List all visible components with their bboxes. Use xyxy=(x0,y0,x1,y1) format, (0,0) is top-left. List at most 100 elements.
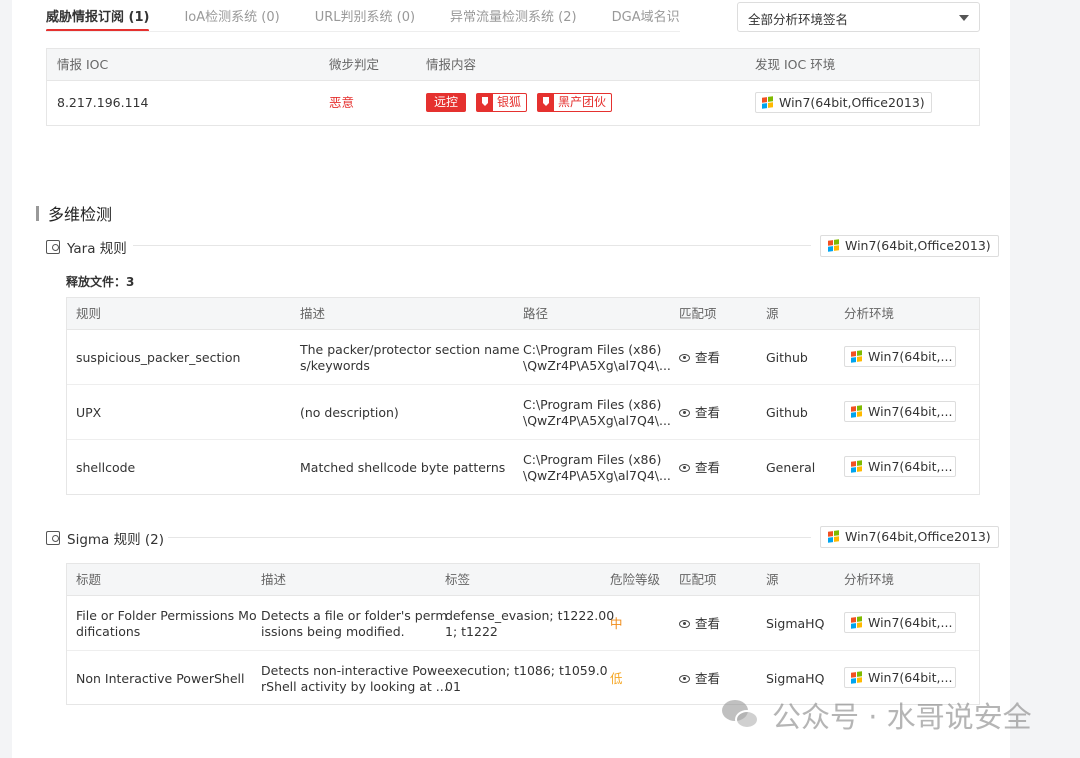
env-chip[interactable]: Win7(64bit,... xyxy=(844,612,956,637)
rule-path: C:\Program Files (x86) \QwZr4P\A5Xg\al7Q4… xyxy=(523,452,671,483)
sigma-tags: execution; t1086; t1059.0 01 xyxy=(445,663,608,694)
sigma-tags: defense_evasion; t1222.00 1; t1222 xyxy=(445,608,615,639)
sigma-title: Sigma 规则 (2) xyxy=(46,528,164,548)
env-select-value: 全部分析环境签名 xyxy=(748,12,849,27)
table-row: 8.217.196.114 恶意 远控 银狐 黑产团伙 Win7(64bit,O… xyxy=(47,81,979,125)
col-header: 情报 IOC xyxy=(57,57,109,72)
table-row: shellcode Matched shellcode byte pattern… xyxy=(67,440,979,495)
rule-name: UPX xyxy=(76,405,102,420)
verdict-label: 恶意 xyxy=(329,95,355,110)
table-row: suspicious_packer_section The packer/pro… xyxy=(67,330,979,385)
eye-icon xyxy=(679,620,690,628)
tab-url[interactable]: URL判别系统 (0) xyxy=(315,0,415,31)
windows-icon xyxy=(851,405,862,418)
sigma-desc: Detects a file or folder's perm issions b… xyxy=(261,608,448,639)
env-chip[interactable]: Win7(64bit,... xyxy=(844,667,956,692)
yara-table: 规则 描述 路径 匹配项 源 分析环境 suspicious_packer_se… xyxy=(66,297,980,495)
ioc-table: 情报 IOC 微步判定 情报内容 发现 IOC 环境 8.217.196.114… xyxy=(46,48,980,126)
windows-icon xyxy=(851,671,862,684)
tag-remote-control: 远控 xyxy=(426,93,467,112)
env-chip[interactable]: Win7(64bit,... xyxy=(844,401,956,426)
eye-icon xyxy=(679,675,690,683)
view-match-link[interactable]: 查看 xyxy=(679,616,720,632)
sigma-env-chip[interactable]: Win7(64bit,Office2013) xyxy=(820,526,999,552)
yara-title: Yara 规则 xyxy=(46,237,127,257)
watermark: 公众号 · 水哥说安全 xyxy=(722,694,1032,736)
eye-icon xyxy=(679,354,690,362)
rule-source: Github xyxy=(766,405,808,420)
sigma-title-cell: File or Folder Permissions Mo difications xyxy=(76,608,257,639)
col-header: 路径 xyxy=(523,306,549,321)
table-header: 规则 描述 路径 匹配项 源 分析环境 xyxy=(67,298,979,330)
col-header: 匹配项 xyxy=(679,572,717,587)
tab-dga[interactable]: DGA域名识别系 xyxy=(612,0,680,31)
sigma-desc: Detects non-interactive Powe rShell activ… xyxy=(261,663,448,694)
rule-search-icon xyxy=(46,240,60,254)
windows-icon xyxy=(851,350,862,363)
detection-tabs: 威胁情报订阅 (1) IoA检测系统 (0) URL判别系统 (0) 异常流量检… xyxy=(46,0,680,32)
env-chip[interactable]: Win7(64bit,Office2013) xyxy=(755,92,932,117)
sigma-title-cell: Non Interactive PowerShell xyxy=(76,671,245,686)
view-match-link[interactable]: 查看 xyxy=(679,671,720,687)
rule-path: C:\Program Files (x86) \QwZr4P\A5Xg\al7Q4… xyxy=(523,342,671,373)
view-match-link[interactable]: 查看 xyxy=(679,460,720,476)
tab-threat-intel[interactable]: 威胁情报订阅 (1) xyxy=(46,0,150,31)
chevron-down-icon xyxy=(959,15,969,21)
rule-name: shellcode xyxy=(76,460,136,475)
released-files-count: 释放文件：3 xyxy=(66,275,135,289)
rule-name: suspicious_packer_section xyxy=(76,350,241,365)
windows-icon xyxy=(828,239,839,252)
left-gutter xyxy=(0,0,12,758)
risk-level: 中 xyxy=(610,616,623,631)
col-header: 微步判定 xyxy=(329,57,380,72)
bookmark-icon xyxy=(538,94,554,111)
rule-source: SigmaHQ xyxy=(766,671,825,686)
rule-desc: Matched shellcode byte patterns xyxy=(300,460,506,475)
right-gutter xyxy=(1010,0,1080,758)
env-signature-select[interactable]: 全部分析环境签名 xyxy=(737,2,980,32)
wechat-icon xyxy=(722,698,762,732)
tab-ioa[interactable]: IoA检测系统 (0) xyxy=(184,0,279,31)
col-header: 规则 xyxy=(76,306,102,321)
table-header: 标题 描述 标签 危险等级 匹配项 源 分析环境 xyxy=(67,564,979,596)
col-header: 危险等级 xyxy=(610,572,661,587)
intel-tags: 远控 银狐 黑产团伙 xyxy=(426,93,613,112)
rule-desc: (no description) xyxy=(300,405,399,420)
ioc-value: 8.217.196.114 xyxy=(57,95,149,110)
sigma-table: 标题 描述 标签 危险等级 匹配项 源 分析环境 File or Folder … xyxy=(66,563,980,705)
section-bar xyxy=(36,205,39,221)
rule-source: General xyxy=(766,460,816,475)
col-header: 发现 IOC 环境 xyxy=(755,57,836,72)
eye-icon xyxy=(679,409,690,417)
env-chip[interactable]: Win7(64bit,... xyxy=(844,346,956,371)
rule-path: C:\Program Files (x86) \QwZr4P\A5Xg\al7Q4… xyxy=(523,397,671,428)
col-header: 源 xyxy=(766,572,779,587)
env-chip[interactable]: Win7(64bit,... xyxy=(844,456,956,481)
windows-icon xyxy=(762,96,773,109)
rule-source: Github xyxy=(766,350,808,365)
windows-icon xyxy=(851,616,862,629)
tab-traffic[interactable]: 异常流量检测系统 (2) xyxy=(450,0,577,31)
col-header: 标题 xyxy=(76,572,102,587)
eye-icon xyxy=(679,464,690,472)
divider xyxy=(168,537,811,538)
divider xyxy=(133,245,811,246)
col-header: 描述 xyxy=(300,306,326,321)
rule-source: SigmaHQ xyxy=(766,616,825,631)
table-row: File or Folder Permissions Mo difications… xyxy=(67,596,979,651)
col-header: 描述 xyxy=(261,572,287,587)
col-header: 标签 xyxy=(445,572,471,587)
col-header: 情报内容 xyxy=(426,57,477,72)
bookmark-icon xyxy=(477,94,493,111)
tag-blackmarket-group: 黑产团伙 xyxy=(537,93,613,112)
col-header: 分析环境 xyxy=(844,306,895,321)
yara-env-chip[interactable]: Win7(64bit,Office2013) xyxy=(820,235,999,261)
view-match-link[interactable]: 查看 xyxy=(679,350,720,366)
col-header: 匹配项 xyxy=(679,306,717,321)
windows-icon xyxy=(828,530,839,543)
col-header: 源 xyxy=(766,306,779,321)
rule-list-icon xyxy=(46,531,60,545)
view-match-link[interactable]: 查看 xyxy=(679,405,720,421)
risk-level: 低 xyxy=(610,671,623,686)
table-header: 情报 IOC 微步判定 情报内容 发现 IOC 环境 xyxy=(47,49,979,81)
